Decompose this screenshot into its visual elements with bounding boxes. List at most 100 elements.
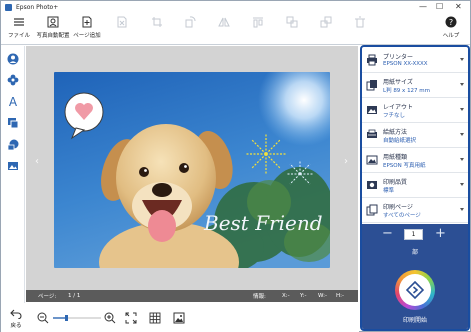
grid-toggle-button[interactable]: [149, 312, 161, 324]
svg-text:A: A: [9, 95, 18, 107]
zoom-in-icon: [104, 312, 116, 324]
print-pages-value: すべてのページ: [383, 213, 421, 219]
align-icon: [253, 17, 263, 28]
setting-paper-feed[interactable]: 給紙方法 自動給紙選択: [362, 124, 468, 148]
app-icon: [5, 3, 12, 11]
flower-icon: [7, 74, 19, 86]
rotate-icon: [185, 16, 196, 28]
copies-input[interactable]: 1: [404, 229, 423, 240]
close-button[interactable]: ✕: [455, 2, 462, 12]
left-tool-rail: A: [1, 46, 25, 310]
print-pages-title: 印刷ページ: [383, 204, 413, 211]
setting-print-pages[interactable]: 印刷ページ すべてのページ: [362, 199, 468, 223]
copies-increment-button[interactable]: +: [435, 227, 446, 241]
help-button[interactable]: ? ヘルプ: [431, 16, 471, 42]
delete-button[interactable]: [340, 16, 380, 42]
print-settings-panel: プリンター EPSON XX-XXXX 用紙サイズ L判 89 x 127 mm…: [360, 45, 470, 331]
flip-icon: [218, 17, 230, 27]
send-back-icon: [320, 16, 332, 28]
zoom-out-button[interactable]: [37, 312, 49, 324]
image-settings-button[interactable]: [173, 312, 185, 324]
help-label: ヘルプ: [442, 33, 460, 39]
setting-paper-size[interactable]: 用紙サイズ L判 89 x 127 mm: [362, 74, 468, 98]
toolbar: ファイル 写真自動配置 ページ追加 ? ヘルプ: [1, 13, 470, 45]
x-coordinate: X:-: [282, 293, 290, 299]
paper-size-title: 用紙サイズ: [383, 79, 413, 86]
paper-type-icon: [366, 155, 378, 165]
crop-icon: [152, 17, 162, 27]
minimize-button[interactable]: —: [419, 2, 427, 12]
copies-decrement-button[interactable]: −: [382, 227, 393, 241]
photo-icon: [173, 312, 185, 324]
zoom-slider[interactable]: [53, 315, 101, 321]
text-icon: A: [9, 95, 18, 107]
add-page-button[interactable]: ページ追加: [67, 16, 107, 42]
photo-text[interactable]: Best Friend: [203, 211, 323, 235]
setting-paper-type[interactable]: 用紙種類 EPSON 写真用紙: [362, 149, 468, 173]
edit-canvas: ‹ › Best Friend: [26, 46, 358, 290]
auto-layout-icon: [47, 16, 59, 28]
background-icon: [7, 139, 19, 151]
image-icon: [8, 162, 18, 170]
delete-page-icon: [117, 16, 127, 28]
print-start-label: 印刷開始: [402, 317, 427, 324]
delete-page-button[interactable]: [102, 16, 142, 42]
back-label: 戻る: [10, 322, 22, 329]
setting-printer[interactable]: プリンター EPSON XX-XXXX: [362, 49, 468, 73]
layout-title: レイアウト: [383, 104, 414, 111]
height-value: H:-: [336, 293, 344, 299]
zoom-slider-track: [53, 315, 101, 321]
puppy-photo-image: Best Friend: [54, 72, 330, 268]
background-tool[interactable]: [5, 138, 21, 152]
chevron-down-icon: [460, 208, 464, 211]
help-icon: ?: [445, 16, 457, 28]
printer-icon: [367, 54, 377, 66]
back-arrow-icon: [10, 309, 22, 319]
chevron-down-icon: [460, 108, 464, 111]
maximize-button[interactable]: ☐: [436, 2, 443, 12]
paper-type-value: EPSON 写真用紙: [383, 163, 426, 169]
layout-icon: [367, 106, 377, 114]
fit-to-screen-button[interactable]: [125, 312, 137, 324]
stamp-tool[interactable]: [5, 73, 21, 87]
setting-layout[interactable]: レイアウト フチなし: [362, 99, 468, 123]
print-start-button[interactable]: [395, 270, 435, 310]
paper-size-value: L判 89 x 127 mm: [383, 88, 431, 94]
chevron-down-icon: [460, 183, 464, 186]
file-menu-label: ファイル: [7, 33, 30, 39]
prev-page-arrow-icon[interactable]: ‹: [35, 156, 39, 167]
person-icon: [7, 53, 19, 65]
title-bar: Epson Photo+ — ☐ ✕: [1, 1, 470, 13]
bottom-toolbar: 戻る: [1, 303, 359, 332]
printer-title: プリンター: [383, 54, 414, 61]
text-tool[interactable]: A: [5, 94, 21, 108]
zoom-in-button[interactable]: [104, 312, 116, 324]
chevron-down-icon: [460, 83, 464, 86]
next-page-arrow-icon[interactable]: ›: [344, 156, 348, 167]
app-window: Epson Photo+ — ☐ ✕ ファイル 写真自動配置 ページ追加 ? ヘ…: [0, 0, 471, 332]
window-title: Epson Photo+: [16, 3, 59, 11]
chevron-down-icon: [460, 58, 464, 61]
svg-text:?: ?: [449, 18, 453, 27]
print-pages-icon: [366, 204, 378, 216]
printer-value: EPSON XX-XXXX: [383, 61, 428, 67]
copies-unit-label: 部: [411, 249, 418, 256]
setting-print-quality[interactable]: 印刷品質 標準: [362, 174, 468, 198]
frame-tool[interactable]: [5, 116, 21, 130]
trash-icon: [355, 16, 365, 28]
paper-feed-value: 自動給紙選択: [383, 138, 417, 144]
y-coordinate: Y:-: [300, 293, 307, 299]
grid-icon: [149, 312, 161, 324]
paper-feed-icon: [367, 129, 377, 138]
paper-feed-title: 給紙方法: [383, 129, 408, 136]
layout-value: フチなし: [383, 113, 406, 119]
print-quality-value: 標準: [383, 188, 395, 194]
page-label: ページ:: [38, 294, 57, 300]
print-quality-title: 印刷品質: [383, 179, 408, 186]
back-button[interactable]: 戻る: [7, 305, 25, 330]
photo-preview[interactable]: Best Friend: [54, 72, 330, 268]
zoom-out-icon: [37, 312, 49, 324]
person-tool[interactable]: [5, 52, 21, 66]
hamburger-icon: [14, 18, 24, 26]
image-tool[interactable]: [5, 159, 21, 173]
